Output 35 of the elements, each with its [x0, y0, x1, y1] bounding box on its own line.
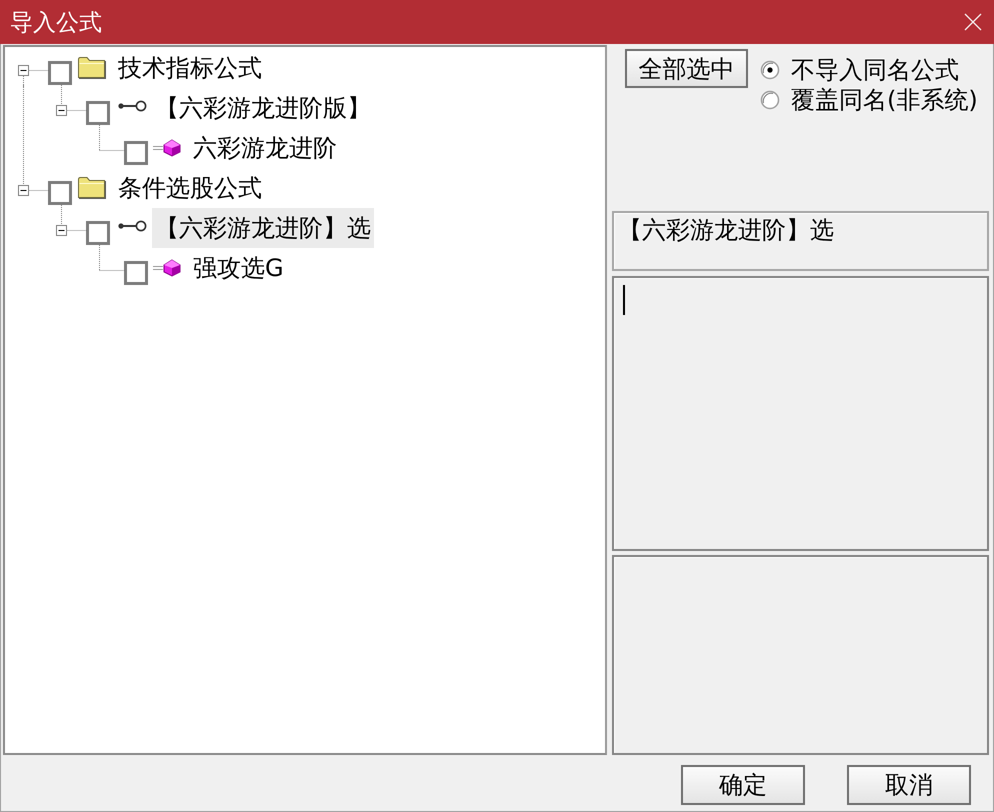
close-icon[interactable]	[964, 13, 982, 31]
checkbox[interactable]	[86, 221, 110, 245]
key-icon	[117, 219, 147, 233]
collapse-icon[interactable]	[56, 225, 67, 236]
tree-item[interactable]: 【六彩游龙进阶】选	[152, 208, 374, 248]
tree-item[interactable]: 技术指标公式	[115, 48, 265, 88]
tree-item[interactable]: 六彩游龙进阶	[190, 128, 340, 168]
gem-icon	[153, 259, 183, 277]
checkbox[interactable]	[48, 61, 72, 85]
tree-line	[99, 244, 124, 271]
key-icon	[117, 99, 147, 113]
radio-button[interactable]	[760, 60, 780, 80]
formula-name-display: 【六彩游龙进阶】选	[612, 211, 989, 271]
folder-icon	[77, 54, 107, 78]
ok-button[interactable]: 确定	[681, 765, 805, 805]
collapse-icon[interactable]	[18, 65, 29, 76]
tree-item[interactable]: 【六彩游龙进阶版】	[152, 88, 374, 128]
collapse-icon[interactable]	[56, 105, 67, 116]
gem-icon	[153, 139, 183, 157]
window-title: 导入公式	[10, 8, 102, 38]
collapse-icon[interactable]	[18, 185, 29, 196]
select-all-button[interactable]: 全部选中	[625, 49, 748, 88]
text-area[interactable]	[612, 276, 989, 551]
tree-item[interactable]: 条件选股公式	[115, 168, 265, 208]
checkbox[interactable]	[48, 181, 72, 205]
checkbox[interactable]	[86, 101, 110, 125]
checkbox[interactable]	[124, 261, 148, 285]
checkbox[interactable]	[124, 141, 148, 165]
radio-button[interactable]	[760, 90, 780, 110]
radio-label[interactable]: 不导入同名公式	[791, 54, 959, 86]
radio-label[interactable]: 覆盖同名(非系统)	[791, 84, 978, 116]
folder-icon	[77, 174, 107, 198]
cancel-button[interactable]: 取消	[847, 765, 971, 805]
tree-line	[61, 204, 86, 231]
tree-item[interactable]: 强攻选G	[190, 248, 287, 288]
